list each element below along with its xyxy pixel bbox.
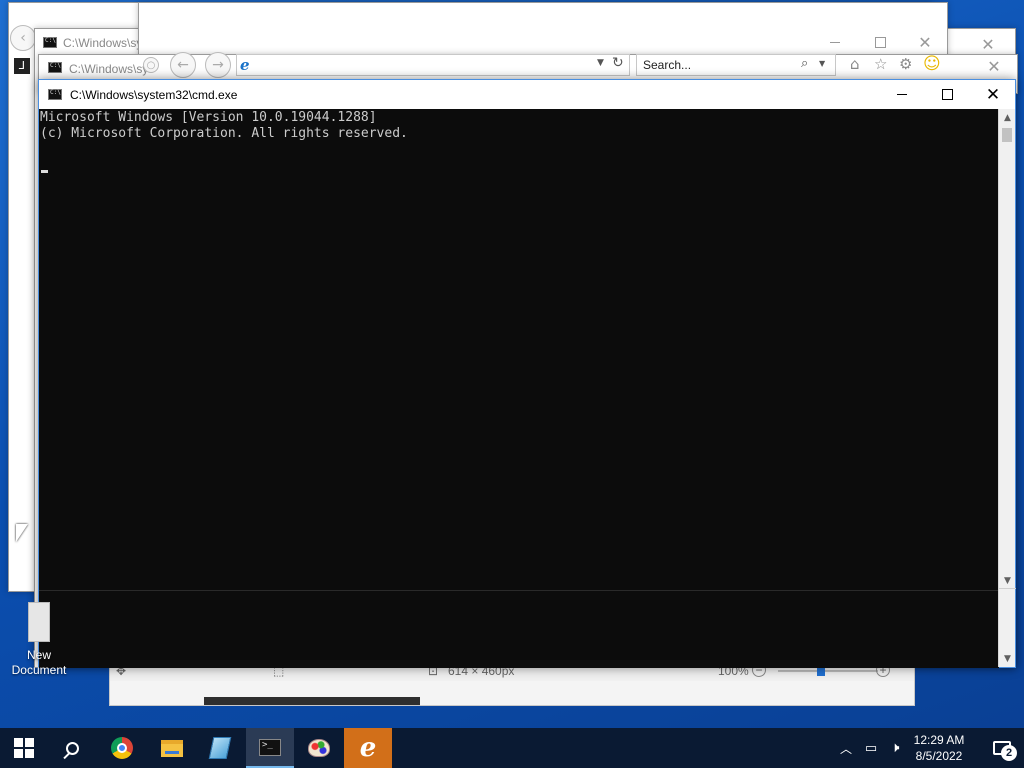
dropdown-arrow-icon[interactable]: ▼	[597, 58, 604, 68]
scroll-up-arrow-icon[interactable]: ▲	[999, 109, 1016, 126]
close-button[interactable]: ✕	[902, 27, 948, 57]
cmd-window-title: C:\Windows\system32\cmd.exe	[70, 87, 238, 102]
favorites-star-icon[interactable]: ☆	[874, 55, 887, 73]
ie-page-icon: e	[240, 56, 250, 74]
taskbar-notepad[interactable]	[196, 728, 244, 768]
console-output[interactable]: Microsoft Windows [Version 10.0.19044.12…	[39, 109, 999, 590]
start-button[interactable]	[0, 728, 48, 768]
mouse-pointer-icon	[16, 524, 28, 542]
scroll-down-arrow-icon[interactable]: ▼	[999, 572, 1016, 589]
cmd-icon	[259, 738, 281, 756]
chrome-icon	[111, 737, 133, 759]
minimize-button[interactable]	[812, 27, 858, 57]
close-button[interactable]: ✕	[971, 51, 1017, 81]
feedback-smiley-icon[interactable]: ☺	[923, 54, 941, 74]
scrollbar-thumb[interactable]	[1002, 128, 1012, 142]
system-clock[interactable]: 12:29 AM 8/5/2022	[906, 732, 972, 764]
console-lower-pane	[39, 590, 999, 668]
ie-forward-button[interactable]: →	[205, 52, 231, 78]
app-icon: ⅃	[14, 58, 30, 74]
desktop-icon-new-document[interactable]: New Document	[6, 602, 72, 678]
cmd-window-icon	[48, 89, 62, 100]
scroll-down-arrow-icon[interactable]: ▼	[999, 650, 1016, 667]
console-line: (c) Microsoft Corporation. All rights re…	[40, 126, 408, 141]
ie-icon: e	[359, 733, 377, 763]
close-button[interactable]: ✕	[970, 80, 1016, 109]
windows-logo-icon	[14, 738, 34, 758]
window-title: C:\Windows\sy	[63, 36, 143, 50]
text-cursor	[41, 170, 48, 173]
home-icon[interactable]: ⌂	[850, 55, 860, 73]
action-center-button[interactable]: 2	[980, 728, 1024, 768]
taskbar: e ︿ ▭ 🕨 12:29 AM 8/5/2022 2	[0, 728, 1024, 768]
taskbar-internet-explorer[interactable]: e	[344, 728, 392, 768]
ie-search-input[interactable]: Search... ⌕ ▼	[636, 54, 836, 76]
ie-address-bar[interactable]: e ▼ ↻	[236, 54, 630, 76]
notepad-icon	[208, 737, 232, 759]
clock-time: 12:29 AM	[913, 733, 965, 747]
taskbar-command-prompt[interactable]	[246, 728, 294, 768]
cmd-titlebar[interactable]: C:\Windows\system32\cmd.exe	[39, 80, 1015, 109]
cmd-window-icon	[43, 37, 57, 48]
notification-count-badge: 2	[1001, 745, 1017, 761]
clock-date: 8/5/2022	[915, 749, 963, 763]
command-prompt-window[interactable]: C:\Windows\system32\cmd.exe ✕ Microsoft …	[38, 79, 1016, 668]
volume-muted-icon[interactable]: 🕨	[884, 728, 906, 768]
document-icon	[28, 602, 50, 642]
taskbar-paint[interactable]	[295, 728, 343, 768]
taskbar-search-button[interactable]	[48, 728, 96, 768]
desktop-icon-label-line1: New	[26, 648, 51, 662]
maximize-button[interactable]	[924, 80, 970, 109]
zoom-slider[interactable]	[778, 670, 878, 672]
search-icon[interactable]: ⌕	[801, 56, 808, 71]
paint-horizontal-scrollbar[interactable]	[204, 697, 420, 705]
desktop-icon-label-line2: Document	[11, 663, 67, 677]
vertical-scrollbar[interactable]: ▲ ▼ ▼	[998, 109, 1016, 667]
minimize-button[interactable]	[879, 80, 925, 109]
maximize-button[interactable]	[857, 27, 903, 57]
refresh-icon[interactable]: ○	[143, 57, 159, 73]
search-icon	[65, 741, 79, 755]
notification-icon: 2	[993, 741, 1017, 761]
ie-back-button[interactable]: ←	[170, 52, 196, 78]
folder-icon	[161, 739, 183, 757]
network-icon[interactable]: ▭	[860, 728, 882, 768]
paint-icon	[308, 739, 330, 757]
refresh-icon[interactable]: ↻	[612, 55, 624, 71]
ie-search-placeholder: Search...	[643, 58, 692, 72]
cmd-window-icon	[48, 62, 62, 73]
dropdown-arrow-icon[interactable]: ▼	[819, 59, 825, 68]
window-title: C:\Windows\sy	[69, 62, 149, 76]
back-arrow-icon[interactable]: ‹	[10, 25, 36, 51]
console-line: Microsoft Windows [Version 10.0.19044.12…	[40, 110, 377, 125]
settings-gear-icon[interactable]: ⚙	[899, 55, 912, 73]
taskbar-chrome[interactable]	[98, 728, 146, 768]
taskbar-file-explorer[interactable]	[148, 728, 196, 768]
show-hidden-icons-chevron-icon[interactable]: ︿	[836, 728, 856, 768]
